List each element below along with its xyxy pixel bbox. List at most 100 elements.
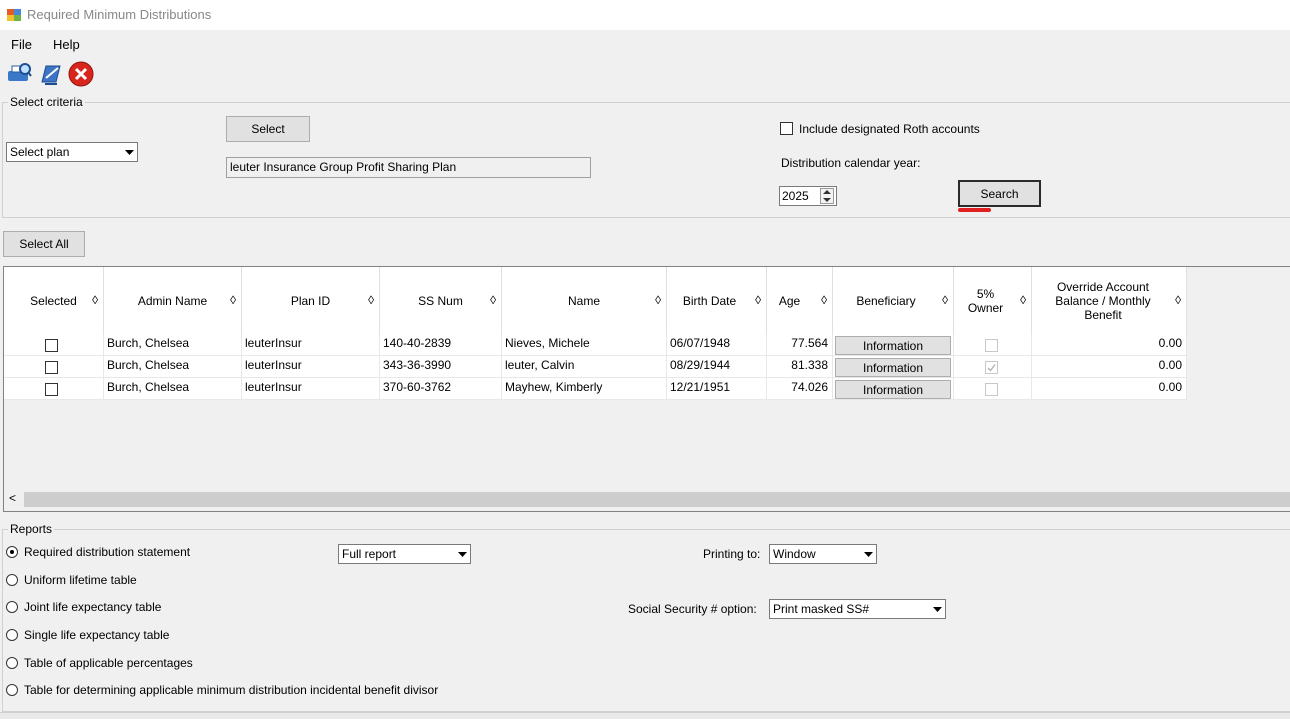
cell-age: 77.564 [767, 334, 833, 356]
cell-ss: 370-60-3762 [380, 378, 502, 400]
sort-icon: ◊ [368, 293, 374, 307]
cell-override[interactable]: 0.00 [1032, 334, 1187, 356]
cell-selected[interactable] [4, 334, 104, 356]
cell-birth: 08/29/1944 [667, 356, 767, 378]
window-title: Required Minimum Distributions [27, 7, 212, 22]
col-header-ss-num[interactable]: SS Num ◊ [380, 267, 502, 334]
sort-icon: ◊ [230, 293, 236, 307]
cell-owner [954, 378, 1032, 400]
cell-override[interactable]: 0.00 [1032, 378, 1187, 400]
owner-checkbox [985, 339, 998, 352]
title-bar: Required Minimum Distributions [0, 0, 1290, 30]
radio-button[interactable] [6, 601, 18, 613]
select-all-button[interactable]: Select All [3, 231, 85, 257]
plan-select-value: Select plan [10, 145, 70, 159]
chevron-down-icon [928, 600, 945, 618]
horizontal-scrollbar[interactable]: < [4, 491, 1290, 508]
scrollbar-thumb[interactable] [24, 492, 1290, 507]
cell-age: 74.026 [767, 378, 833, 400]
col-header-birth-date[interactable]: Birth Date ◊ [667, 267, 767, 334]
radio-label: Table of applicable percentages [24, 656, 193, 670]
cell-beneficiary: Information [833, 378, 954, 400]
cell-name: Nieves, Michele [502, 334, 667, 356]
cell-birth: 12/21/1951 [667, 378, 767, 400]
col-header-name[interactable]: Name ◊ [502, 267, 667, 334]
radio-single-life[interactable]: Single life expectancy table [6, 627, 169, 643]
menu-help[interactable]: Help [53, 37, 80, 52]
radio-button[interactable] [6, 657, 18, 669]
select-criteria-group [2, 102, 1290, 218]
year-spinner[interactable]: 2025 [779, 186, 837, 206]
printing-to-combo[interactable]: Window [769, 544, 877, 564]
col-header-label: Beneficiary [856, 293, 916, 308]
radio-button[interactable] [6, 546, 18, 558]
radio-required-distribution[interactable]: Required distribution statement [6, 544, 190, 560]
col-header-age[interactable]: Age ◊ [767, 267, 833, 334]
ss-option-value: Print masked SS# [773, 602, 870, 616]
beneficiary-info-button[interactable]: Information [835, 336, 951, 355]
row-checkbox[interactable] [45, 339, 58, 352]
cell-age: 81.338 [767, 356, 833, 378]
spinner-arrows-icon[interactable] [820, 188, 834, 204]
cell-admin: Burch, Chelsea [104, 334, 242, 356]
print-preview-icon[interactable] [5, 60, 33, 88]
radio-applicable-percentages[interactable]: Table of applicable percentages [6, 655, 193, 671]
menu-file[interactable]: File [11, 37, 32, 52]
col-header-label: Plan ID [290, 293, 331, 308]
printing-to-label: Printing to: [703, 547, 761, 561]
reports-legend: Reports [8, 522, 55, 536]
radio-label: Joint life expectancy table [24, 600, 162, 614]
col-header-label: 5% Owner [967, 286, 1004, 315]
roth-label: Include designated Roth accounts [799, 122, 980, 136]
cell-birth: 06/07/1948 [667, 334, 767, 356]
col-header-owner[interactable]: 5% Owner ◊ [954, 267, 1032, 334]
radio-label: Single life expectancy table [24, 628, 170, 642]
select-button[interactable]: Select [226, 116, 310, 142]
col-header-override[interactable]: Override Account Balance / Monthly Benef… [1032, 267, 1187, 334]
checkmark-icon [987, 364, 996, 372]
chevron-down-icon [120, 143, 137, 161]
cell-ss: 343-36-3990 [380, 356, 502, 378]
app-icon [6, 7, 22, 23]
scroll-left-icon[interactable]: < [9, 491, 16, 505]
ss-option-combo[interactable]: Print masked SS# [769, 599, 946, 619]
report-type-combo[interactable]: Full report [338, 544, 471, 564]
chevron-down-icon [859, 545, 876, 563]
year-value: 2025 [782, 189, 809, 203]
chevron-down-icon [453, 545, 470, 563]
edit-book-icon[interactable] [37, 60, 65, 88]
cell-override[interactable]: 0.00 [1032, 356, 1187, 378]
radio-button[interactable] [6, 574, 18, 586]
close-icon[interactable] [67, 60, 95, 88]
col-header-admin-name[interactable]: Admin Name ◊ [104, 267, 242, 334]
beneficiary-info-button[interactable]: Information [835, 380, 951, 399]
owner-checkbox [985, 383, 998, 396]
radio-label: Required distribution statement [24, 545, 191, 559]
col-header-beneficiary[interactable]: Beneficiary ◊ [833, 267, 954, 334]
plan-name-field: leuter Insurance Group Profit Sharing Pl… [226, 157, 591, 178]
row-checkbox[interactable] [45, 361, 58, 374]
col-header-plan-id[interactable]: Plan ID ◊ [242, 267, 380, 334]
radio-uniform-lifetime[interactable]: Uniform lifetime table [6, 572, 137, 588]
beneficiary-info-button[interactable]: Information [835, 358, 951, 377]
col-header-label: SS Num [418, 293, 463, 308]
search-button[interactable]: Search [958, 180, 1041, 207]
sort-icon: ◊ [655, 293, 661, 307]
col-header-label: Birth Date [682, 293, 737, 308]
select-criteria-legend: Select criteria [8, 95, 85, 109]
row-checkbox[interactable] [45, 383, 58, 396]
sort-icon: ◊ [821, 293, 827, 307]
year-label: Distribution calendar year: [781, 156, 921, 170]
sort-icon: ◊ [490, 293, 496, 307]
cell-selected[interactable] [4, 356, 104, 378]
radio-joint-life[interactable]: Joint life expectancy table [6, 599, 161, 615]
roth-checkbox[interactable] [780, 122, 793, 135]
radio-incidental-benefit[interactable]: Table for determining applicable minimum… [6, 682, 438, 698]
radio-button[interactable] [6, 629, 18, 641]
col-header-selected[interactable]: Selected ◊ [4, 267, 104, 334]
radio-button[interactable] [6, 684, 18, 696]
plan-select-combo[interactable]: Select plan [6, 142, 138, 162]
cell-selected[interactable] [4, 378, 104, 400]
status-strip [0, 712, 1290, 719]
cell-beneficiary: Information [833, 334, 954, 356]
